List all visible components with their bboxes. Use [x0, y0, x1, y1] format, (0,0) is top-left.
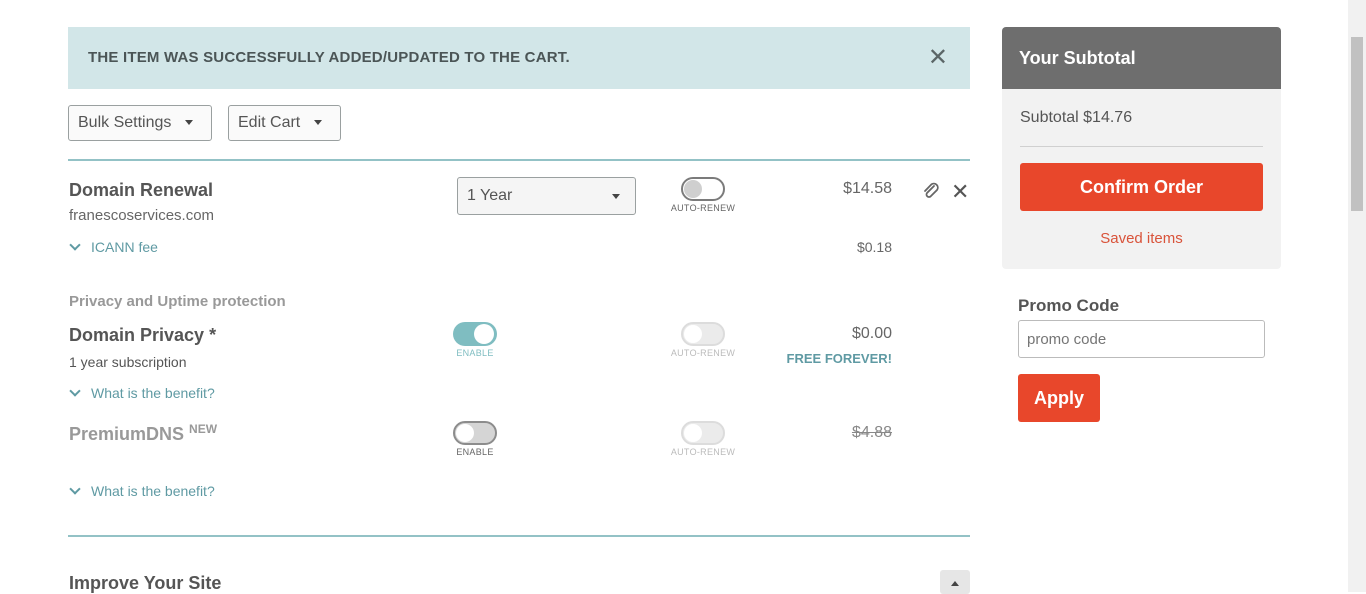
auto-renew-toggle[interactable] [681, 177, 725, 201]
premiumdns-enable-toggle[interactable] [453, 421, 497, 445]
edit-cart-button[interactable]: Edit Cart [228, 105, 341, 141]
privacy-enable-toggle[interactable] [453, 322, 497, 346]
privacy-enable-label: ENABLE [456, 348, 494, 358]
bulk-settings-button[interactable]: Bulk Settings [68, 105, 212, 141]
period-select[interactable]: 1 Year [457, 177, 636, 215]
improve-site-title: Improve Your Site [69, 573, 222, 593]
caret-down-icon [612, 194, 620, 199]
caret-down-icon [185, 120, 194, 126]
premiumdns-auto-renew-toggle[interactable] [681, 421, 725, 445]
free-forever-badge: FREE FOREVER! [786, 351, 892, 366]
edit-cart-label: Edit Cart [238, 114, 301, 131]
premiumdns-price: $4.88 [851, 424, 892, 441]
privacy-auto-renew-label: AUTO-RENEW [670, 348, 736, 358]
subtotal-panel: Subtotal $14.76 Confirm Order Saved item… [1002, 89, 1281, 269]
bulk-settings-label: Bulk Settings [78, 114, 172, 131]
subtotal-amount: Subtotal $14.76 [1020, 109, 1133, 126]
alert-message: THE ITEM WAS SUCCESSFULLY ADDED/UPDATED … [88, 49, 570, 66]
apply-button[interactable]: Apply [1018, 374, 1100, 422]
icann-fee-label: ICANN fee [91, 239, 158, 255]
divider [68, 159, 970, 161]
privacy-subscription: 1 year subscription [69, 354, 187, 370]
chevron-down-icon [69, 385, 81, 397]
period-value: 1 Year [467, 187, 513, 204]
privacy-benefit-label: What is the benefit? [91, 385, 215, 401]
success-alert: THE ITEM WAS SUCCESSFULLY ADDED/UPDATED … [68, 27, 970, 89]
domain-name: franescoservices.com [69, 207, 215, 224]
privacy-section-title: Privacy and Uptime protection [69, 293, 286, 310]
subtotal-header: Your Subtotal [1002, 27, 1281, 89]
privacy-benefit-link[interactable]: What is the benefit? [69, 385, 215, 401]
privacy-price: $0.00 [851, 325, 892, 342]
divider [1020, 146, 1263, 147]
premiumdns-enable-label: ENABLE [456, 447, 494, 457]
caret-down-icon [314, 120, 323, 126]
premiumdns-name: PremiumDNS [69, 424, 185, 444]
remove-icon[interactable]: ✕ [951, 179, 969, 205]
close-icon[interactable]: ✕ [928, 27, 948, 89]
premiumdns-title: PremiumDNS NEW [69, 422, 217, 445]
paperclip-icon[interactable] [921, 181, 941, 201]
privacy-auto-renew-toggle[interactable] [681, 322, 725, 346]
renewal-price: $14.58 [843, 180, 892, 197]
domain-privacy-title: Domain Privacy * [69, 325, 217, 345]
chevron-down-icon [69, 483, 81, 495]
auto-renew-label: AUTO-RENEW [670, 203, 736, 213]
scrollbar-thumb[interactable] [1351, 37, 1363, 211]
chevron-down-icon [69, 239, 81, 251]
promo-code-input[interactable] [1018, 320, 1265, 358]
promo-code-title: Promo Code [1018, 296, 1120, 315]
icann-fee-price: $0.18 [856, 239, 892, 255]
caret-up-icon [951, 581, 959, 586]
premiumdns-auto-renew-label: AUTO-RENEW [670, 447, 736, 457]
domain-renewal-title: Domain Renewal [69, 180, 214, 200]
icann-fee-toggle[interactable]: ICANN fee [69, 239, 158, 255]
premiumdns-benefit-link[interactable]: What is the benefit? [69, 483, 215, 499]
collapse-button[interactable] [940, 570, 970, 594]
saved-items-link[interactable]: Saved items [1020, 230, 1263, 247]
confirm-order-button[interactable]: Confirm Order [1020, 163, 1263, 211]
divider [68, 535, 970, 537]
subtotal-heading: Your Subtotal [1019, 48, 1136, 68]
new-badge: NEW [189, 422, 218, 436]
premiumdns-benefit-label: What is the benefit? [91, 483, 215, 499]
